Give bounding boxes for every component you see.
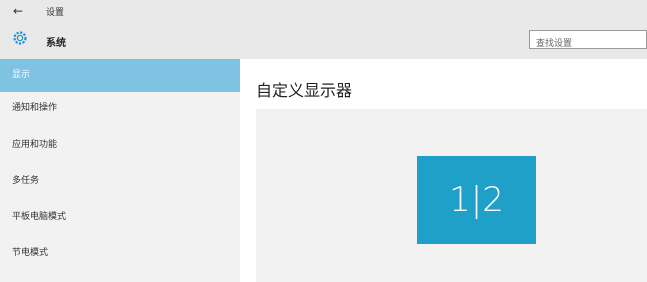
sidebar-item-notifications[interactable]: 通知和操作 (0, 92, 240, 125)
sidebar: 显示 通知和操作 应用和功能 多任务 平板电脑模式 节电模式 (0, 59, 240, 282)
page-title: 自定义显示器 (256, 81, 353, 100)
header: 系统 (0, 22, 647, 59)
title-bar: ← 设置 (0, 0, 647, 22)
sidebar-item-tablet-mode[interactable]: 平板电脑模式 (0, 201, 240, 234)
back-button[interactable]: ← (10, 3, 26, 19)
sidebar-item-multitasking[interactable]: 多任务 (0, 165, 240, 198)
sidebar-item-battery-saver[interactable]: 节电模式 (0, 237, 240, 270)
search-box[interactable] (529, 30, 647, 52)
search-input[interactable] (530, 35, 647, 52)
display-arrangement-panel: 1|2 (256, 109, 647, 282)
section-title: 系统 (46, 38, 66, 49)
monitor-tile[interactable]: 1|2 (417, 156, 536, 244)
sidebar-item-apps-features[interactable]: 应用和功能 (0, 129, 240, 162)
window-title: 设置 (46, 8, 65, 18)
gear-icon (13, 31, 27, 45)
sidebar-item-display[interactable]: 显示 (0, 59, 240, 92)
